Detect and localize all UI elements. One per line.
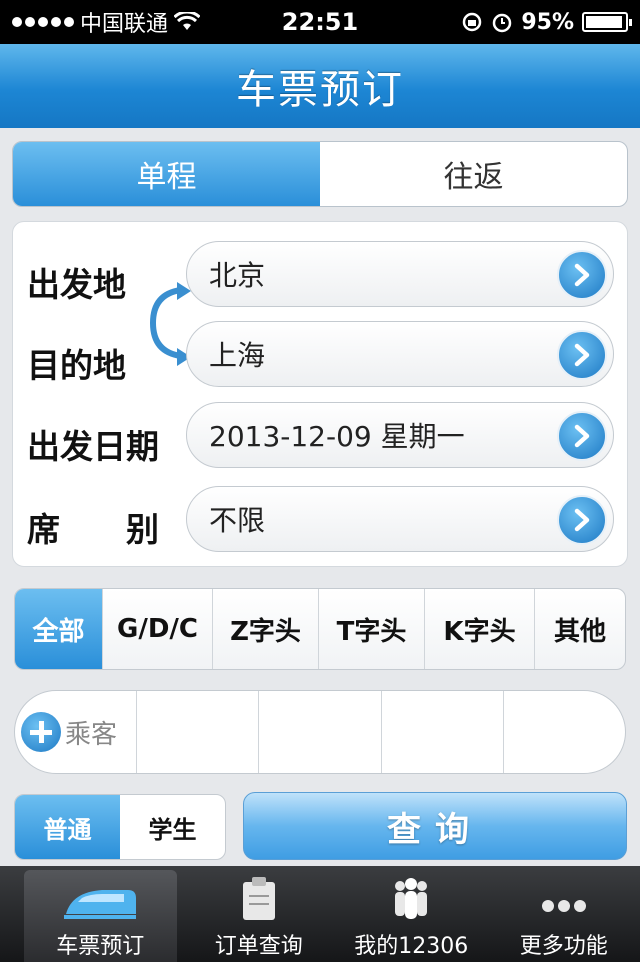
train-type-filter: 全部 G/D/C Z字头 T字头 K字头 其他 xyxy=(14,588,626,670)
seat-label-left: 席 xyxy=(27,510,60,549)
status-indicators: 95% xyxy=(461,9,632,35)
date-label: 出发日期 xyxy=(27,427,159,466)
tab-label: 车票预订 xyxy=(56,934,145,959)
add-passenger-button[interactable]: 乘客 xyxy=(15,691,137,773)
battery-icon xyxy=(582,12,632,32)
query-button[interactable]: 查询 xyxy=(243,792,627,860)
people-icon xyxy=(395,878,428,919)
date-field[interactable]: 2013-12-09 星期一 xyxy=(186,402,614,468)
ticket-student-tab[interactable]: 学生 xyxy=(120,795,225,859)
train-icon xyxy=(64,890,137,919)
trip-type-segment: 单程 往返 xyxy=(12,141,628,207)
tab-label: 订单查询 xyxy=(214,934,303,959)
from-label: 出发地 xyxy=(27,265,126,304)
to-value: 上海 xyxy=(209,339,266,372)
page-title: 车票预订 xyxy=(236,67,404,113)
tab-label: 更多功能 xyxy=(519,934,608,959)
tab-my-12306[interactable]: 我的12306 xyxy=(335,866,488,962)
trip-one-way-tab[interactable]: 单程 xyxy=(13,142,320,206)
from-field[interactable]: 北京 xyxy=(186,241,614,307)
swap-stations-icon[interactable] xyxy=(133,278,193,368)
more-dots-icon xyxy=(541,900,586,912)
status-bar: 中国联通 22:51 95% xyxy=(0,0,640,44)
filter-k[interactable]: K字头 xyxy=(425,589,535,669)
tab-order-query[interactable]: 订单查询 xyxy=(183,866,336,962)
tab-more[interactable]: 更多功能 xyxy=(488,866,640,962)
seat-field[interactable]: 不限 xyxy=(186,486,614,552)
passenger-bar: 乘客 xyxy=(14,690,626,774)
chevron-right-icon xyxy=(557,411,607,461)
filter-all[interactable]: 全部 xyxy=(15,589,103,669)
filter-t[interactable]: T字头 xyxy=(319,589,425,669)
passenger-slot[interactable] xyxy=(382,691,504,773)
battery-percent: 95% xyxy=(521,9,574,35)
filter-gdc[interactable]: G/D/C xyxy=(103,589,213,669)
seat-label-right: 别 xyxy=(126,510,159,549)
ticket-type-segment: 普通 学生 xyxy=(14,794,226,860)
alarm-icon xyxy=(493,13,512,33)
ticket-form-card: 出发地 目的地 出发日期 席别 北京 上海 2013-12-09 星期一 不限 xyxy=(12,221,628,567)
passenger-slot[interactable] xyxy=(137,691,260,773)
passenger-slot[interactable] xyxy=(504,691,625,773)
passenger-slot[interactable] xyxy=(259,691,382,773)
chevron-right-icon xyxy=(557,250,607,300)
trip-round-trip-tab[interactable]: 往返 xyxy=(320,142,627,206)
chevron-right-icon xyxy=(557,330,607,380)
to-label: 目的地 xyxy=(27,346,126,385)
seat-label: 席别 xyxy=(27,503,159,551)
carrier-name: 中国联通 xyxy=(80,12,169,37)
nav-bar: 车票预订 xyxy=(0,44,640,128)
rotation-lock-icon xyxy=(463,12,482,32)
ticket-normal-tab[interactable]: 普通 xyxy=(15,795,120,859)
plus-icon xyxy=(21,712,61,752)
wifi-icon xyxy=(174,12,201,30)
filter-other[interactable]: 其他 xyxy=(535,589,625,669)
seat-value: 不限 xyxy=(209,504,266,537)
chevron-right-icon xyxy=(557,495,607,545)
from-value: 北京 xyxy=(209,259,266,292)
clipboard-icon xyxy=(242,877,275,920)
tab-ticket-booking[interactable]: 车票预订 xyxy=(24,870,177,962)
date-value: 2013-12-09 星期一 xyxy=(209,420,465,453)
tab-bar: 车票预订 订单查询 我的12306 更多功能 xyxy=(0,866,640,962)
filter-z[interactable]: Z字头 xyxy=(213,589,319,669)
carrier-info: 中国联通 xyxy=(12,6,201,38)
signal-icon xyxy=(12,17,74,27)
tab-label: 我的12306 xyxy=(354,934,469,959)
add-passenger-label: 乘客 xyxy=(65,719,118,750)
to-field[interactable]: 上海 xyxy=(186,321,614,387)
battery-fill xyxy=(586,16,623,28)
